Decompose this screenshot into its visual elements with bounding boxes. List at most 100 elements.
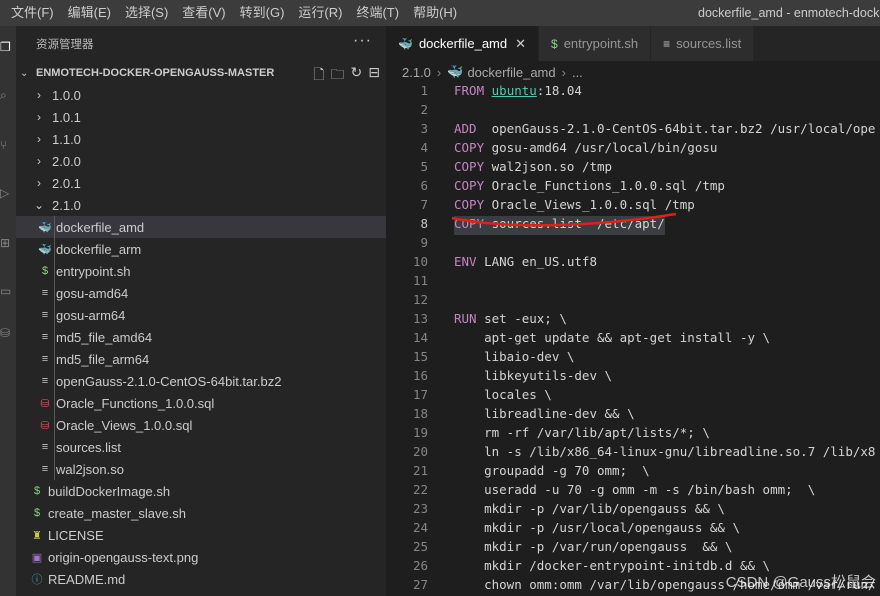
menu-item[interactable]: 文件(F) [4,0,61,26]
menu-item[interactable]: 终端(T) [349,0,406,26]
tree-item[interactable]: › 2.0.1 [16,172,386,194]
indent-guide [54,458,55,480]
explorer-icon[interactable]: ❐ [0,40,12,56]
line-number: 12 [412,292,428,307]
tree-item[interactable]: ≡ md5_file_amd64 [16,326,386,348]
code-rest: mkdir -p /var/run/opengauss && \ [454,539,733,554]
database-file-icon: ⛁ [40,419,50,432]
code-line: 17 locales \ [386,387,880,406]
run-debug-icon[interactable]: ▷ [0,186,12,202]
menu-item[interactable]: 转到(G) [233,0,292,26]
code-text: RUN set -eux; \ [454,311,567,330]
line-number: 22 [412,482,428,497]
tree-item[interactable]: › 2.0.0 [16,150,386,172]
code-rest: wal2json.so /tmp [484,159,613,174]
code-line: 10 ENV LANG en_US.utf8 [386,254,880,273]
code-line: 5 COPY wal2json.so /tmp [386,159,880,178]
tab-entrypoint-sh[interactable]: $ entrypoint.sh [539,26,652,61]
tree-item[interactable]: ≡ md5_file_arm64 [16,348,386,370]
code-line: 2 [386,102,880,121]
chevron-down-icon: ⌄ [20,67,29,79]
shell-icon: $ [33,507,41,519]
tree-item[interactable]: ≡ openGauss-2.1.0-CentOS-64bit.tar.bz2 [16,370,386,392]
tree-item-label: 2.1.0 [52,197,81,213]
database-icon[interactable]: ⛁ [0,326,12,342]
docker-icon: 🐳 [38,243,52,256]
tree-item-label: 1.1.0 [52,131,81,147]
line-number: 7 [420,197,428,212]
breadcrumb-separator-icon: › [436,64,442,80]
menu-item[interactable]: 查看(V) [175,0,232,26]
code-rest: libkeyutils-dev \ [454,368,613,383]
tree-item[interactable]: ≡ sources.list [16,436,386,458]
code-text: mkdir /docker-entrypoint-initdb.d && \ [454,558,770,577]
menu-item[interactable]: 运行(R) [291,0,349,26]
breadcrumb-folder[interactable]: 2.1.0 [402,65,431,80]
tab-sources-list[interactable]: ≡ sources.list [651,26,755,61]
close-icon[interactable]: ✕ [515,36,526,52]
code-rest: groupadd -g 70 omm; \ [454,463,650,478]
tree-item[interactable]: ≡ gosu-amd64 [16,282,386,304]
code-rest: LANG en_US.utf8 [476,254,597,269]
code-text: libkeyutils-dev \ [454,368,612,387]
code-rest: mkdir -p /var/lib/opengauss && \ [454,501,725,516]
tab-dockerfile-amd[interactable]: 🐳 dockerfile_amd ✕ [386,26,540,61]
tree-item[interactable]: ▣ origin-opengauss-text.png [16,546,386,568]
tree-item[interactable]: 🐳 dockerfile_amd [16,216,386,238]
code-line: 18 libreadline-dev && \ [386,406,880,425]
tree-item[interactable]: ⓘ README.md [16,568,386,590]
image-token[interactable]: ubuntu [492,83,537,98]
docker-icon: 🐳 [447,64,464,79]
code-rest: locales \ [454,387,552,402]
tree-item[interactable]: › 1.0.0 [16,84,386,106]
tree-item[interactable]: ⛁ Oracle_Views_1.0.0.sql [16,414,386,436]
search-icon[interactable]: ⌕ [0,88,12,104]
tree-item[interactable]: $ entrypoint.sh [16,260,386,282]
menu-item[interactable]: 编辑(E) [61,0,118,26]
source-control-icon[interactable]: ⑂ [0,138,12,154]
chevron-right-icon: › [37,88,41,102]
tab-label: sources.list [676,36,742,51]
tree-item[interactable]: › 1.1.0 [16,128,386,150]
code-rest: ln -s /lib/x86_64-linux-gnu/libreadline.… [454,444,876,459]
code-line: 1 FROM ubuntu:18.04 [386,83,880,102]
tree-item[interactable]: $ create_master_slave.sh [16,502,386,524]
remote-icon[interactable]: ▭ [0,284,12,300]
tree-item-label: Oracle_Functions_1.0.0.sql [56,395,215,411]
code-line: 16 libkeyutils-dev \ [386,368,880,387]
tree-item[interactable]: $ buildDockerImage.sh [16,480,386,502]
more-actions-icon[interactable]: ··· [353,32,372,50]
workspace-root[interactable]: ⌄ ENMOTECH-DOCKER-OPENGAUSS-MASTER 🗋 🗀 ↻… [16,62,386,84]
breadcrumb-file[interactable]: dockerfile_amd [467,65,555,80]
code-rest: openGauss-2.1.0-CentOS-64bit.tar.bz2 /us… [476,121,876,136]
image-icon: ▣ [31,551,43,564]
shell-icon: $ [41,265,49,277]
tree-item-label: openGauss-2.1.0-CentOS-64bit.tar.bz2 [56,373,282,389]
database-file-icon: ⛁ [40,397,50,410]
code-editor[interactable]: 1 FROM ubuntu:18.04 2 3 ADD openGauss-2.1.0-… [386,83,880,596]
extensions-icon[interactable]: ⊞ [0,236,12,252]
line-number: 9 [420,235,428,250]
tree-item[interactable]: › 1.0.1 [16,106,386,128]
line-number: 5 [420,159,428,174]
line-number: 2 [420,102,428,117]
menu-item[interactable]: 帮助(H) [406,0,464,26]
code-rest: :18.04 [536,83,582,98]
code-rest: Oracle_Functions_1.0.0.sql /tmp [484,178,725,193]
tree-item[interactable]: 🐳 dockerfile_arm [16,238,386,260]
menu-item[interactable]: 选择(S) [118,0,175,26]
tree-item[interactable]: ≡ wal2json.so [16,458,386,480]
code-line: 25 mkdir -p /var/run/opengauss && \ [386,539,880,558]
code-line: 13 RUN set -eux; \ [386,311,880,330]
tree-item[interactable]: ≡ gosu-arm64 [16,304,386,326]
code-text: useradd -u 70 -g omm -m -s /bin/bash omm… [454,482,815,501]
tree-item[interactable]: ♜ LICENSE [16,524,386,546]
code-text: libaio-dev \ [454,349,574,368]
code-text: ENV LANG en_US.utf8 [454,254,597,273]
tree-item[interactable]: ⌄ 2.1.0 [16,194,386,216]
code-line: 15 libaio-dev \ [386,349,880,368]
tree-item-label: 2.0.1 [52,175,81,191]
tree-item[interactable]: ⛁ Oracle_Functions_1.0.0.sql [16,392,386,414]
code-line: 20 ln -s /lib/x86_64-linux-gnu/libreadli… [386,444,880,463]
indent-guide [54,304,55,326]
